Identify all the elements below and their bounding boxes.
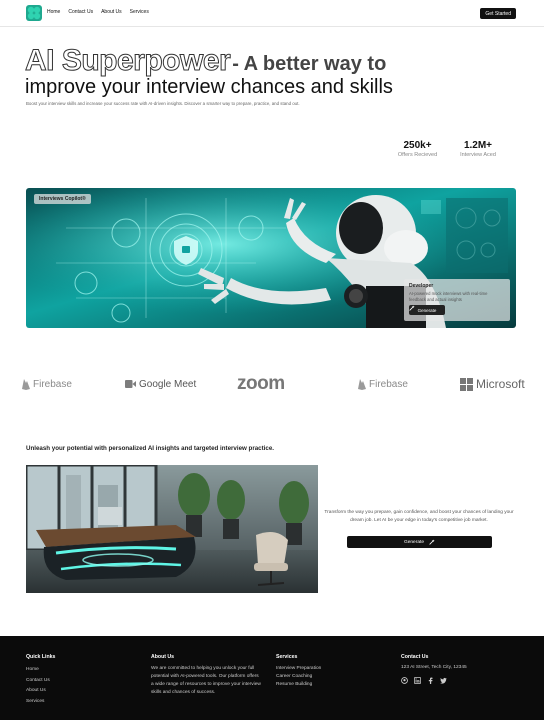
stat-value: 1.2M+ xyxy=(463,140,493,151)
office-image xyxy=(26,465,318,593)
hero-banner-image: Interviews Copilot® Developer AI-powered… xyxy=(26,188,516,328)
footer-heading: Services xyxy=(276,654,298,660)
footer-quick-links: Quick Links Home Contact Us About Us Ser… xyxy=(26,654,55,707)
footer-heading: Contact Us xyxy=(401,654,429,660)
twitter-icon[interactable] xyxy=(440,677,447,684)
facebook-icon[interactable] xyxy=(427,677,434,684)
logo-text: Firebase xyxy=(33,378,72,390)
partner-logo-microsoft: Microsoft xyxy=(460,372,525,396)
section-text: Transform the way you prepare, gain conf… xyxy=(324,510,514,523)
stat-label: Offers Recieved xyxy=(397,152,438,158)
nav-link-contact[interactable]: Contact Us xyxy=(68,9,93,15)
hero-title-line2: improve your interview chances and skill… xyxy=(25,76,393,98)
developer-card-text: AI-powered mock interviews with real-tim… xyxy=(409,291,488,302)
wand-icon xyxy=(409,305,415,311)
footer-link-home[interactable]: Home xyxy=(26,665,55,676)
hero-title-rest: - A better way to xyxy=(232,53,387,75)
office-illustration xyxy=(26,465,318,593)
footer-contact: Contact Us 123 AI Street, Tech City, 123… xyxy=(401,654,467,684)
footer-link-services[interactable]: Services xyxy=(26,697,55,708)
partner-logo-google-meet: Google Meet xyxy=(125,372,196,396)
footer-about-text: We are committed to helping you unlock y… xyxy=(151,666,261,695)
logo-text: Firebase xyxy=(369,378,408,390)
generate-button-label: Generate xyxy=(417,307,437,313)
partner-logo-firebase-2: Firebase xyxy=(358,372,408,396)
firebase-icon xyxy=(358,378,366,390)
copilot-tag: Interviews Copilot® xyxy=(34,194,91,204)
generate-button-2[interactable]: Generate xyxy=(347,536,492,548)
footer: Quick Links Home Contact Us About Us Ser… xyxy=(0,636,544,720)
footer-heading: Quick Links xyxy=(26,654,56,660)
logo-text: Google Meet xyxy=(139,378,197,390)
footer-service-item[interactable]: Resume Building xyxy=(276,681,321,689)
footer-heading: About Us xyxy=(151,654,175,660)
developer-card: Developer AI-powered mock interviews wit… xyxy=(404,279,510,321)
footer-about: About Us We are committed to helping you… xyxy=(151,654,261,697)
nav-link-about[interactable]: About Us xyxy=(101,9,122,15)
logo-icon[interactable] xyxy=(26,5,42,21)
nav-link-home[interactable]: Home xyxy=(47,9,60,15)
top-navbar: Home Contact Us About Us Services Get St… xyxy=(0,0,544,27)
partner-logos: Firebase Google Meet zoom Firebase Micro… xyxy=(0,372,544,396)
nav-links: Home Contact Us About Us Services xyxy=(47,9,149,15)
hero-title: AI Superpower - A better way to improve … xyxy=(24,44,525,99)
github-icon[interactable] xyxy=(401,677,408,684)
logo-text: Microsoft xyxy=(476,377,525,391)
footer-link-about[interactable]: About Us xyxy=(26,686,55,697)
stat-value: 250k+ xyxy=(403,140,432,151)
stat-offers: 250k+ Offers Recieved xyxy=(390,140,445,158)
footer-link-contact[interactable]: Contact Us xyxy=(26,676,55,687)
generate-button-label: Generate xyxy=(403,539,424,545)
footer-service-item[interactable]: Interview Preparation xyxy=(276,665,321,673)
firebase-icon xyxy=(22,378,30,390)
partner-logo-firebase: Firebase xyxy=(22,372,72,396)
nav-link-services[interactable]: Services xyxy=(130,9,149,15)
wand-icon xyxy=(429,539,435,545)
footer-address: 123 AI Street, Tech City, 12345 xyxy=(401,665,467,670)
social-links xyxy=(401,677,467,684)
footer-service-item[interactable]: Career Coaching xyxy=(276,673,321,681)
generate-button[interactable]: Generate xyxy=(409,305,445,315)
stat-label: Interview Aced xyxy=(460,152,496,158)
developer-card-title: Developer xyxy=(409,283,434,289)
hero-title-outline: AI Superpower xyxy=(24,44,231,78)
logo-text: zoom xyxy=(237,373,285,394)
camera-icon xyxy=(125,380,136,388)
microsoft-icon xyxy=(460,377,473,391)
partner-logo-zoom: zoom xyxy=(237,372,285,396)
linkedin-icon[interactable] xyxy=(414,677,421,684)
footer-services: Services Interview Preparation Career Co… xyxy=(276,654,321,689)
get-started-button[interactable]: Get Started xyxy=(480,8,516,19)
stat-interviews: 1.2M+ Interview Aced xyxy=(452,140,504,158)
section-heading: Unleash your potential with personalized… xyxy=(26,445,275,452)
hero-subtitle: Boost your interview skills and increase… xyxy=(26,101,300,106)
